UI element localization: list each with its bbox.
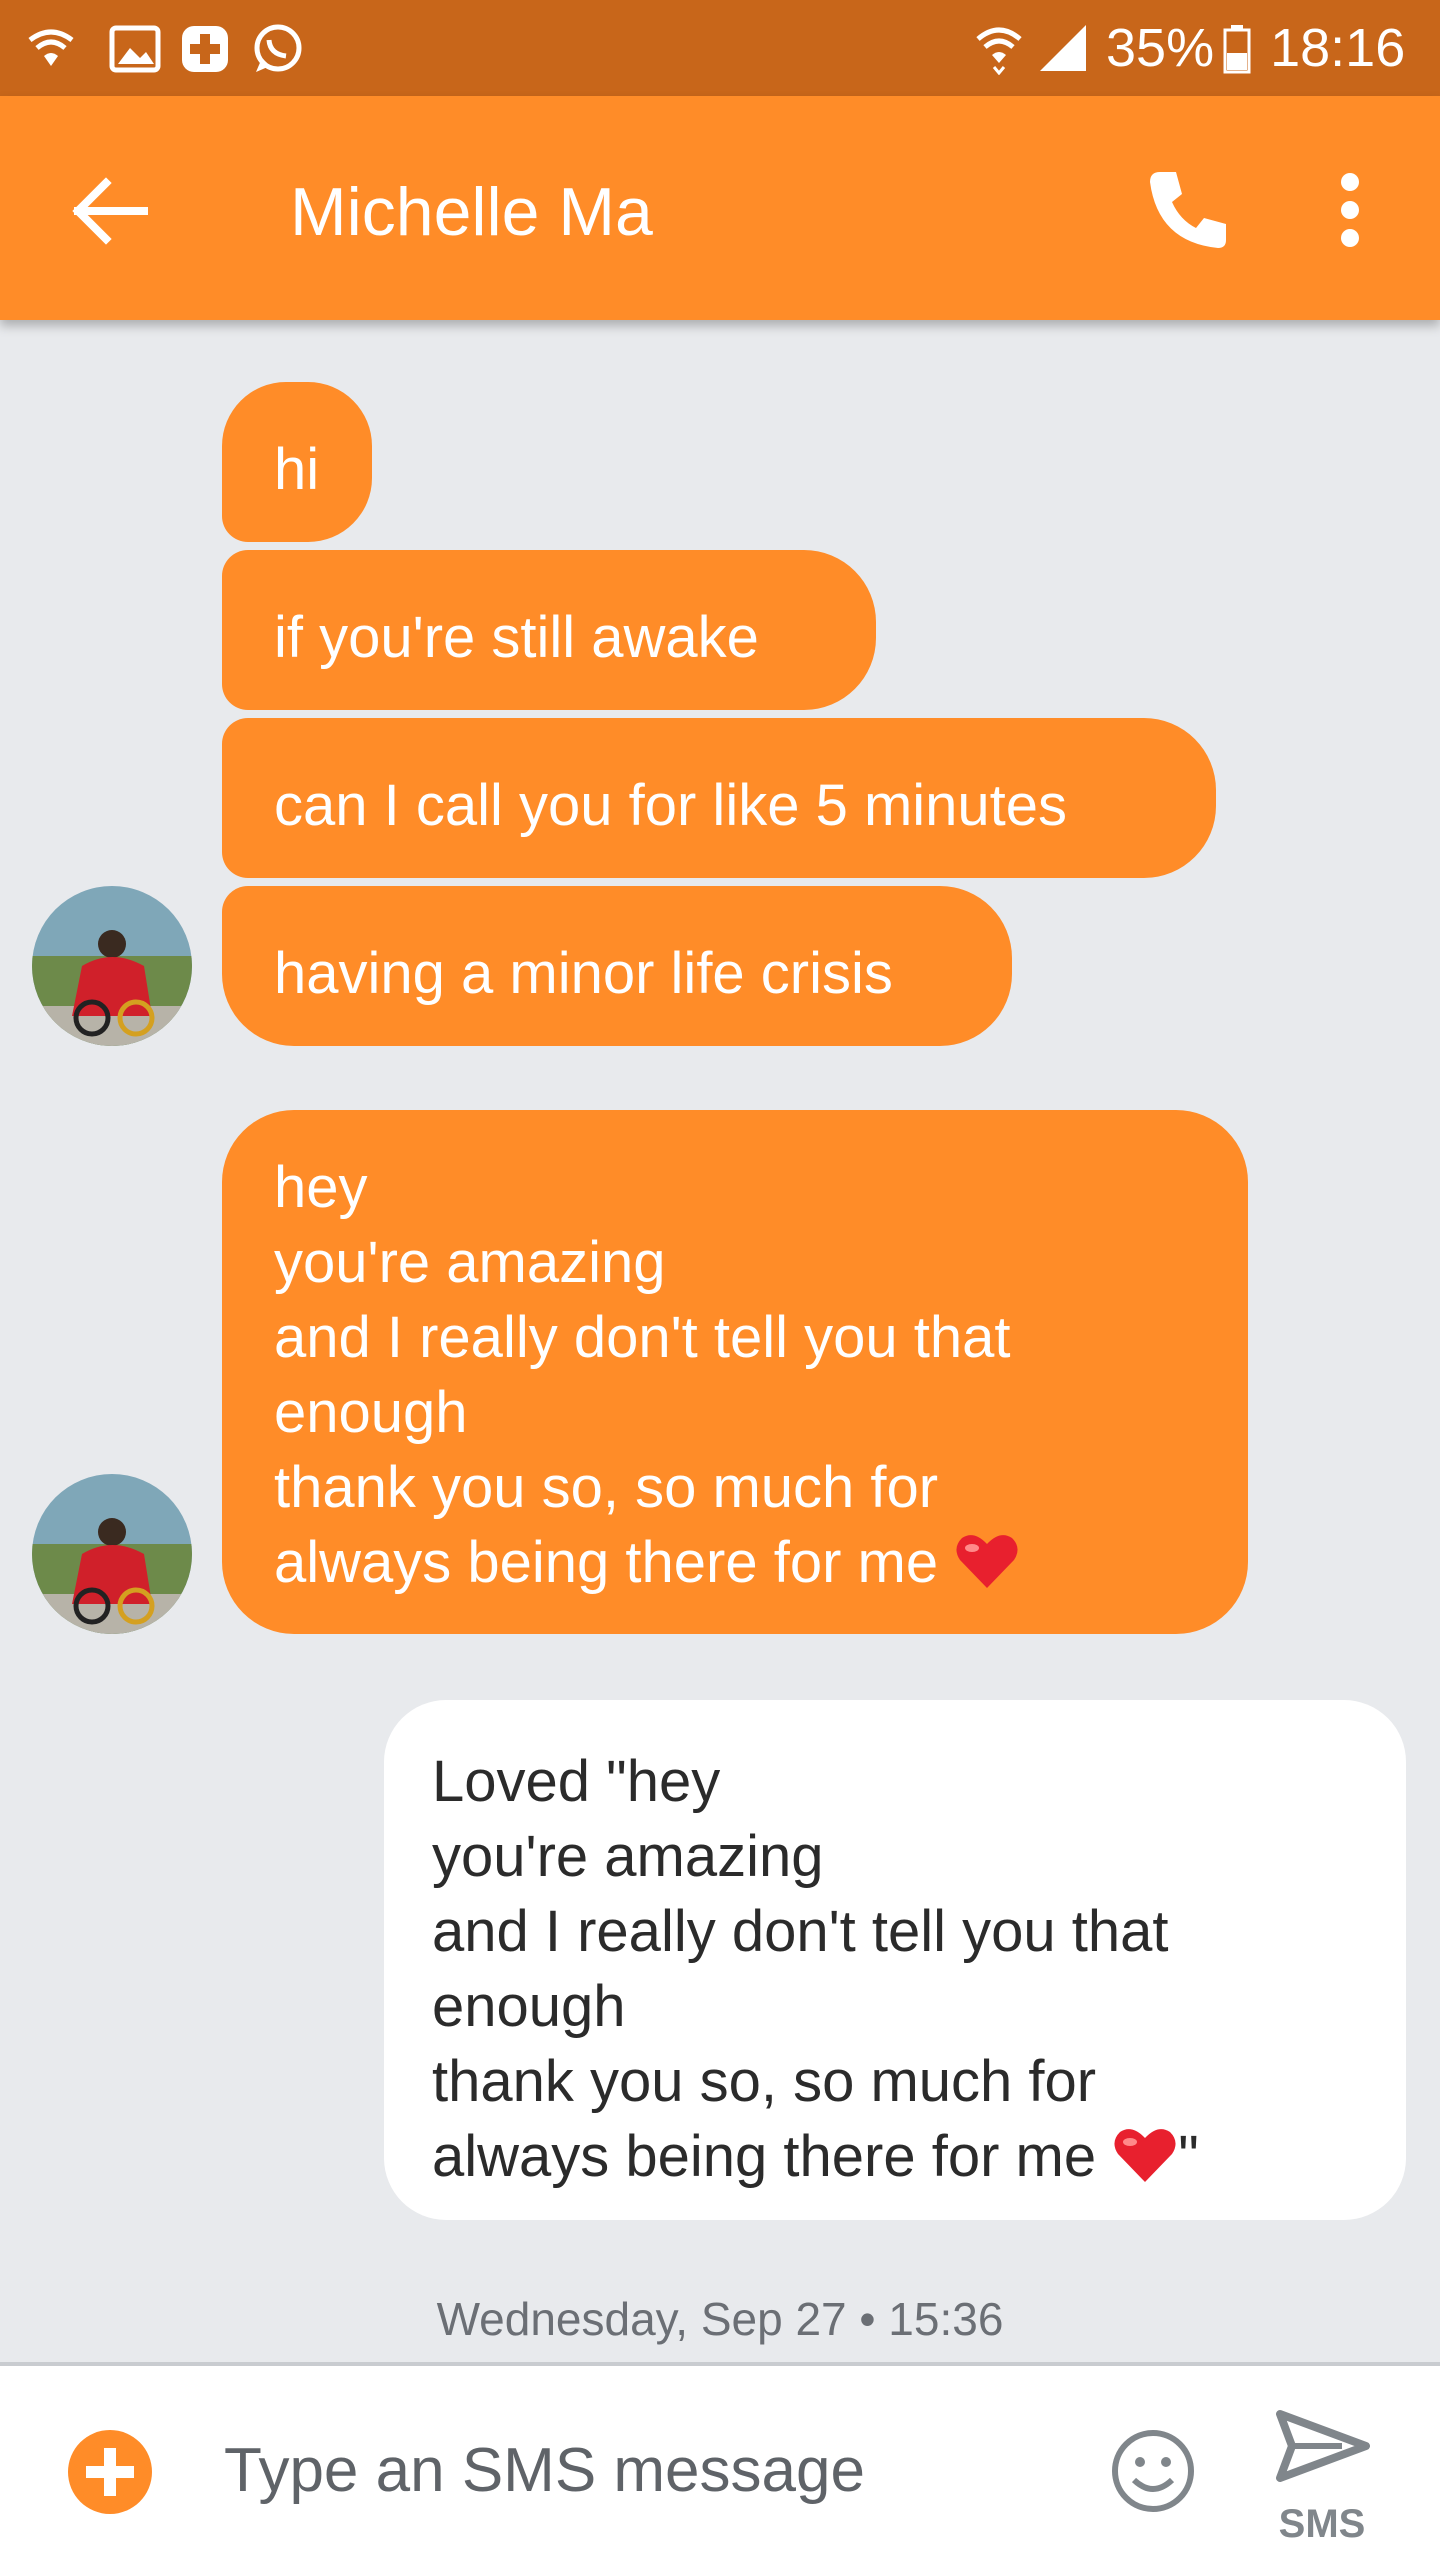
heart-emoji-icon [956,1535,1018,1588]
message-bubble[interactable]: can I call you for like 5 minutes [222,718,1216,878]
more-vert-icon[interactable] [1320,162,1380,258]
page-title: Michelle Ma [290,174,653,250]
battery-icon [1223,25,1251,74]
sent-message-bubble[interactable]: Loved "hey you're amazing and I really d… [384,1700,1406,2220]
contact-photo [32,1474,192,1634]
battery-percent: 35% [1106,18,1215,78]
send-icon [1276,2410,1370,2482]
health-plus-icon [182,26,228,72]
wifi-icon [976,27,1022,75]
compose-bar: SMS [0,2362,1440,2564]
heart-emoji-icon [1114,2129,1176,2182]
message-timestamp: Wednesday, Sep 27 • 15:36 [436,2293,1004,2345]
add-icon[interactable] [68,2430,152,2514]
emoji-icon[interactable] [1108,2426,1198,2516]
message-bubble[interactable]: hey you're amazing and I really don't te… [222,1110,1248,1634]
contact-photo [32,886,192,1046]
status-bar: 35% 18:16 [0,0,1440,96]
message-text: hey you're amazing and I really don't te… [274,1155,1011,1595]
message-suffix: " [1178,2124,1199,2189]
message-bubble[interactable]: having a minor life crisis [222,886,1012,1046]
clock: 18:16 [1270,18,1406,78]
whatsapp-icon [254,24,302,72]
message-text: Loved "hey you're amazing and I really d… [432,1749,1169,2189]
send-label: SMS [1278,2502,1366,2546]
wifi-call-icon [28,29,74,66]
avatar[interactable] [32,1474,192,1634]
app-bar: Michelle Ma [0,96,1440,320]
message-bubble[interactable]: hi [222,382,372,542]
phone-icon[interactable] [1140,162,1236,258]
message-bubble[interactable]: if you're still awake [222,550,876,710]
send-button[interactable]: SMS [1262,2396,1382,2546]
avatar[interactable] [32,886,192,1046]
image-icon [109,25,161,73]
back-arrow-icon[interactable] [66,166,156,256]
status-right: 35% 18:16 [974,0,1405,96]
message-input[interactable] [222,2414,1046,2526]
signal-icon [1040,25,1086,71]
